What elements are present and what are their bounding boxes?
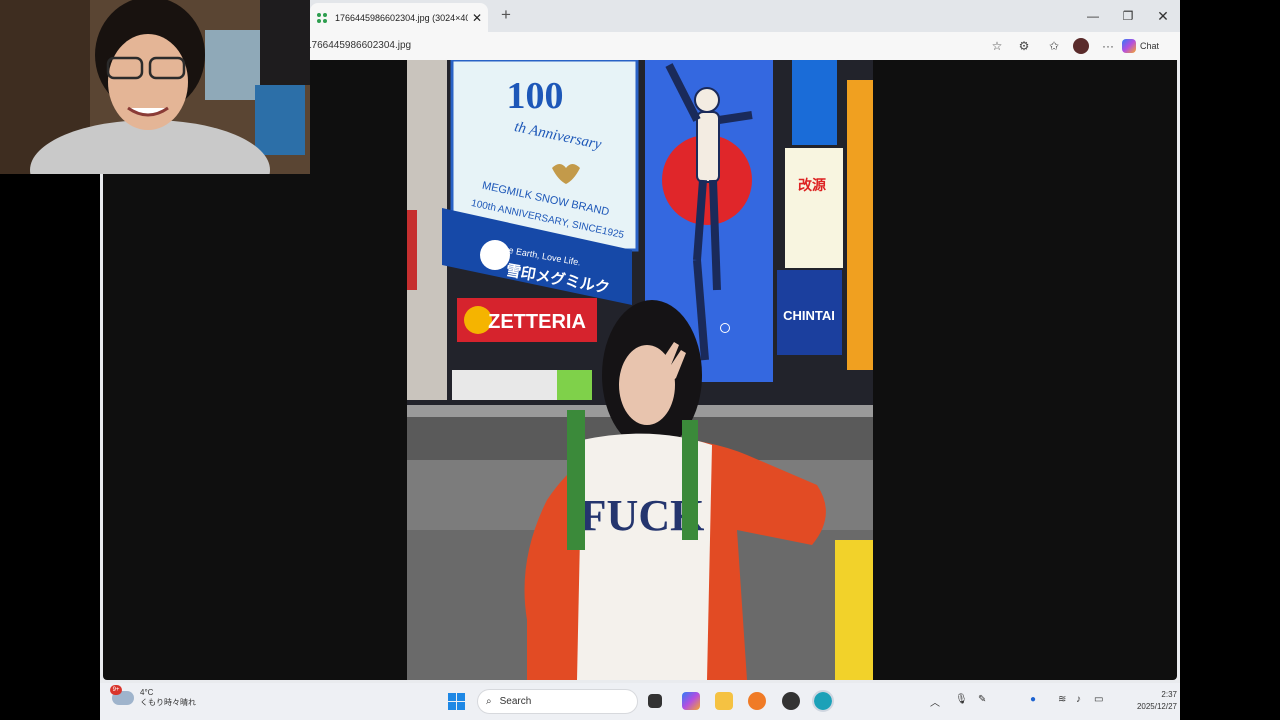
webcam-scene [0,0,310,174]
tab-title: 1766445986602304.jpg (3024×4032) [335,12,468,23]
battery-icon[interactable]: ▭ [1094,694,1103,705]
edge-browser-icon[interactable] [812,690,834,712]
tab-image[interactable]: 1766445986602304.jpg (3024×4032) ✕ [310,3,488,32]
weather-cloud-icon: 9+ [110,685,134,705]
clock-date: 2025/12/27 [1136,702,1177,711]
taskbar: 9+ 4°C くもり時々晴れ ⌕ Search ︿ 🎙 ✎ ● ≋ ♪ ▭ 2:… [100,683,1180,720]
weather-widget[interactable]: 9+ 4°C くもり時々晴れ [110,685,196,708]
temperature: 4°C [140,688,154,697]
zoom-cursor-icon [720,323,730,333]
weather-condition: くもり時々晴れ [140,698,196,707]
address-bar[interactable]: 1766445986602304.jpg [306,37,1012,55]
close-tab-icon[interactable]: ✕ [472,11,482,25]
new-tab-button[interactable]: + [496,6,516,26]
favorite-star-icon[interactable]: ☆ [989,38,1005,54]
pen-icon[interactable]: ✎ [978,694,986,705]
favorites-icon[interactable]: ✩ [1046,38,1062,54]
zetteria-text: ZETTERIA [488,311,586,333]
copilot-icon [1122,39,1136,53]
weather-badge: 9+ [110,685,122,695]
photo-scene: 100 th Anniversary MEGMILK SNOW BRAND 10… [407,60,873,680]
task-view-icon[interactable] [648,694,662,708]
chat-label: Chat [1140,41,1160,51]
firefox-icon[interactable] [748,692,766,710]
more-menu-icon[interactable]: ··· [1100,38,1116,54]
clock-time: 2:37 [1161,690,1177,699]
taskbar-search[interactable]: ⌕ Search [477,689,638,714]
microphone-icon[interactable]: 🎙 [955,694,968,705]
onedrive-icon[interactable]: ● [1030,694,1036,705]
sign-jp-text: 改源 [798,177,826,194]
anniversary-number: 100 [507,75,564,117]
minimize-icon[interactable]: — [1078,6,1108,26]
displayed-photo[interactable]: 100 th Anniversary MEGMILK SNOW BRAND 10… [407,60,873,680]
chintai-text: CHINTAI [783,308,835,323]
image-favicon-icon [317,12,327,23]
start-windows-icon[interactable] [448,693,465,710]
clock[interactable]: 2:37 2025/12/27 [1119,689,1177,713]
copilot-chat-button[interactable]: Chat [1122,35,1176,57]
search-label: Search [499,696,532,707]
extensions-icon[interactable]: ⚙ [1016,38,1032,54]
webcam-overlay [0,0,310,174]
file-explorer-icon[interactable] [715,692,733,710]
search-icon: ⌕ [486,696,492,707]
volume-icon[interactable]: ♪ [1076,694,1081,705]
close-window-icon[interactable]: ✕ [1148,6,1178,26]
wifi-icon[interactable]: ≋ [1058,694,1066,705]
profile-avatar-icon[interactable] [1073,38,1089,54]
app-record-icon[interactable] [782,692,800,710]
copilot-app-icon[interactable] [682,692,700,710]
restore-icon[interactable]: ❐ [1113,6,1143,26]
tray-chevron-icon[interactable]: ︿ [930,694,940,709]
